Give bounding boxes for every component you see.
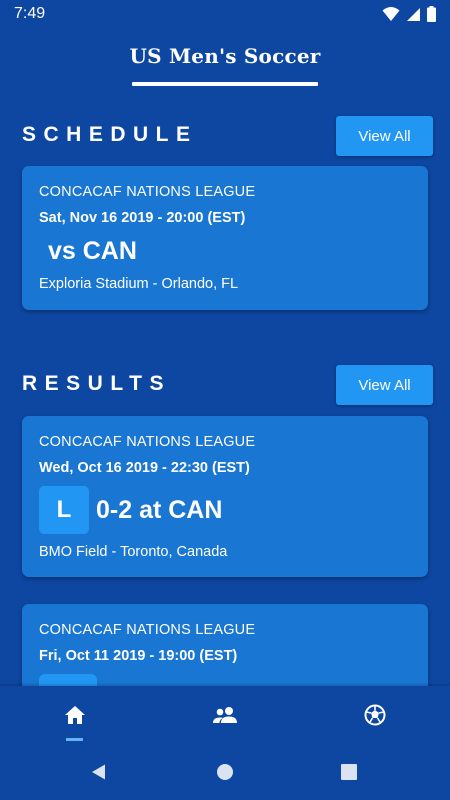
results-title: RESULTS (22, 372, 171, 395)
title-underline (132, 82, 318, 86)
app-title: US Men's Soccer (129, 44, 321, 68)
active-tab-indicator (66, 738, 83, 741)
wifi-icon (382, 6, 400, 22)
result-score: 0-2 at CAN (96, 495, 223, 524)
result-outcome-badge: L (39, 486, 89, 534)
result-row: L 0-2 at CAN (39, 486, 222, 534)
match-venue: BMO Field - Toronto, Canada (39, 544, 228, 560)
nav-players-tab[interactable] (195, 686, 255, 748)
players-icon (212, 706, 238, 729)
content-scroll-area[interactable]: SCHEDULE View All CONCACAF NATIONS LEAGU… (0, 96, 450, 686)
home-icon (64, 705, 86, 730)
results-view-all-button[interactable]: View All (336, 365, 433, 405)
back-icon (90, 763, 108, 786)
match-league: CONCACAF NATIONS LEAGUE (39, 434, 256, 450)
match-datetime: Wed, Oct 16 2019 - 22:30 (EST) (39, 460, 250, 476)
recents-icon (341, 763, 357, 785)
status-bar: 7:49 (0, 0, 450, 28)
match-datetime: Fri, Oct 11 2019 - 19:00 (EST) (39, 648, 238, 664)
result-match-card[interactable]: CONCACAF NATIONS LEAGUE Fri, Oct 11 2019… (22, 604, 428, 686)
status-time: 7:49 (14, 5, 46, 22)
nav-matches-tab[interactable] (345, 686, 405, 748)
schedule-view-all-button[interactable]: View All (336, 116, 433, 156)
system-navigation-bar (0, 748, 450, 800)
signal-icon (406, 7, 421, 22)
back-button[interactable] (87, 762, 111, 786)
schedule-match-card[interactable]: CONCACAF NATIONS LEAGUE Sat, Nov 16 2019… (22, 166, 428, 310)
match-datetime: Sat, Nov 16 2019 - 20:00 (EST) (39, 210, 246, 226)
battery-icon (427, 6, 436, 22)
match-venue: Exploria Stadium - Orlando, FL (39, 276, 239, 292)
soccer-ball-icon (364, 704, 386, 731)
match-opponent: vs CAN (48, 237, 137, 265)
result-match-card[interactable]: CONCACAF NATIONS LEAGUE Wed, Oct 16 2019… (22, 416, 428, 577)
results-header: RESULTS View All (0, 365, 450, 405)
recents-button[interactable] (337, 762, 361, 786)
match-league: CONCACAF NATIONS LEAGUE (39, 622, 256, 638)
result-outcome-badge (39, 674, 97, 686)
schedule-title: SCHEDULE (22, 123, 198, 146)
home-circle-icon (216, 763, 234, 786)
match-league: CONCACAF NATIONS LEAGUE (39, 184, 256, 200)
schedule-header: SCHEDULE View All (0, 116, 450, 156)
status-icons (382, 6, 436, 22)
home-system-button[interactable] (213, 762, 237, 786)
